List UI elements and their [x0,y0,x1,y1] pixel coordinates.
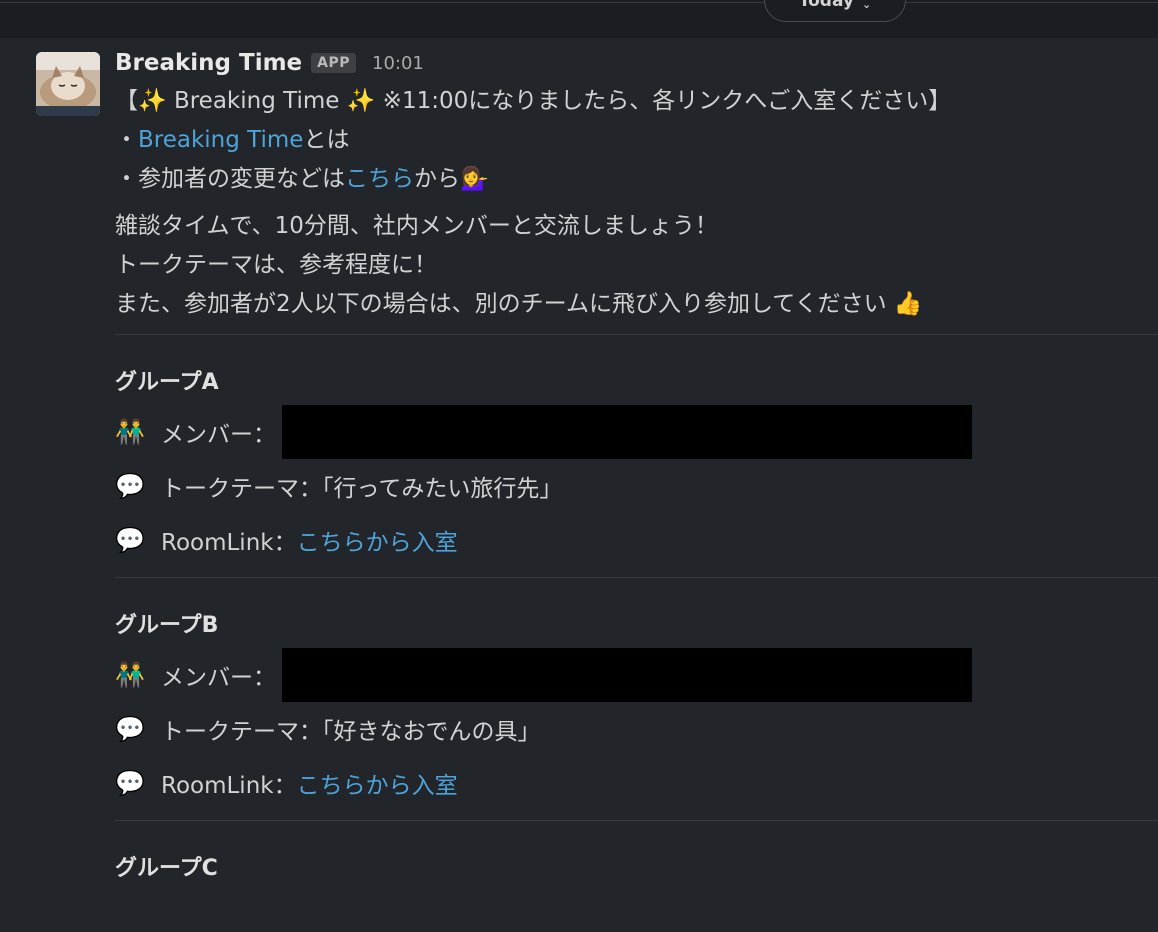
sender-name[interactable]: Breaking Time [115,50,302,76]
day-divider-line [0,2,1158,3]
member-label: メンバー： [161,665,276,691]
section-divider [115,820,1158,821]
room-link[interactable]: こちらから入室 [297,766,458,800]
paragraph-line: また、参加者が2人以下の場合は、別のチームに飛び入り参加してください 👍 [115,285,1158,324]
group-member-row: 👬 メンバー： [115,405,1158,459]
member-label: メンバー： [161,422,276,448]
announcement-line: 【✨ Breaking Time ✨ ※11:00になりましたら、各リンクへご入… [115,82,1158,121]
chevron-down-icon: ⌄ [862,0,872,11]
paragraph-line: トークテーマは、参考程度に！ [115,252,437,278]
group-theme-row: 💬 トークテーマ：「好きなおでんの具」 [115,702,1158,756]
group-title: グループB [115,613,219,638]
group-section-c: グループC [115,847,1158,891]
speech-balloon-icon: 💬 [115,526,145,554]
room-link[interactable]: こちらから入室 [297,523,458,557]
sparkles-icon: ✨ [346,88,376,114]
bullet-suffix: とは [303,127,350,153]
announcement-notice: ※11:00になりましたら、各リンクへご入室ください [375,88,929,114]
group-section-a: グループA 👬 メンバー： 💬 トークテーマ：「行ってみたい旅行先」 💬 Roo… [115,361,1158,567]
bullet-line: ・参加者の変更などはこちらから💁‍♀️ [115,160,1158,199]
group-member-row: 👬 メンバー： [115,648,1158,702]
redacted-members [282,648,972,702]
open-bracket: 【 [115,88,138,114]
timestamp[interactable]: 10:01 [372,53,424,74]
group-theme-row: 💬 トークテーマ：「行ってみたい旅行先」 [115,459,1158,513]
group-room-row: 💬 RoomLink： こちらから入室 [115,513,1158,567]
paragraph-text: また、参加者が2人以下の場合は、別のチームに飛び入り参加してください [115,291,894,317]
theme-text: トークテーマ：「行ってみたい旅行先」 [161,476,563,502]
message-body: Breaking Time APP 10:01 【✨ Breaking Time… [115,46,1158,891]
close-bracket: 】 [928,88,952,114]
channel-top-area: Today ⌄ [0,0,1158,38]
avatar[interactable] [36,52,100,116]
bullet-prefix: ・ [115,127,138,153]
redacted-members [282,405,972,459]
bullet-prefix: ・参加者の変更などは [115,166,345,192]
participant-change-link[interactable]: こちら [345,166,414,192]
breaking-time-link[interactable]: Breaking Time [138,127,303,153]
theme-text: トークテーマ：「好きなおでんの具」 [161,719,541,745]
speech-balloon-icon: 💬 [115,472,145,500]
bullet-suffix: から [414,166,460,192]
group-room-row: 💬 RoomLink： こちらから入室 [115,756,1158,810]
message: Breaking Time APP 10:01 【✨ Breaking Time… [0,38,1158,932]
message-header: Breaking Time APP 10:01 [115,46,1158,80]
day-divider-pill[interactable]: Today ⌄ [764,0,906,22]
group-section-b: グループB 👬 メンバー： 💬 トークテーマ：「好きなおでんの具」 💬 Room… [115,604,1158,810]
bullet-line: ・Breaking Timeとは [115,121,1158,160]
speech-balloon-icon: 💬 [115,769,145,797]
group-title: グループA [115,370,219,395]
section-divider [115,334,1158,335]
sparkles-icon: ✨ [138,88,167,114]
thumbs-up-icon: 👍 [893,291,923,317]
paragraph-line: 雑談タイムで、10分間、社内メンバーと交流しましょう！ [115,213,718,239]
tipping-hand-icon: 💁‍♀️ [460,166,489,192]
announcement-title: Breaking Time [166,88,347,114]
two-men-icon: 👬 [115,661,145,689]
day-divider-label: Today [798,0,854,11]
group-title: グループC [115,856,218,881]
section-divider [115,577,1158,578]
app-badge: APP [311,53,357,73]
room-label: RoomLink： [161,773,297,799]
room-label: RoomLink： [161,530,297,556]
speech-balloon-icon: 💬 [115,715,145,743]
intro-paragraph: 雑談タイムで、10分間、社内メンバーと交流しましょう！ トークテーマは、参考程度… [115,207,1158,324]
two-men-icon: 👬 [115,418,145,446]
